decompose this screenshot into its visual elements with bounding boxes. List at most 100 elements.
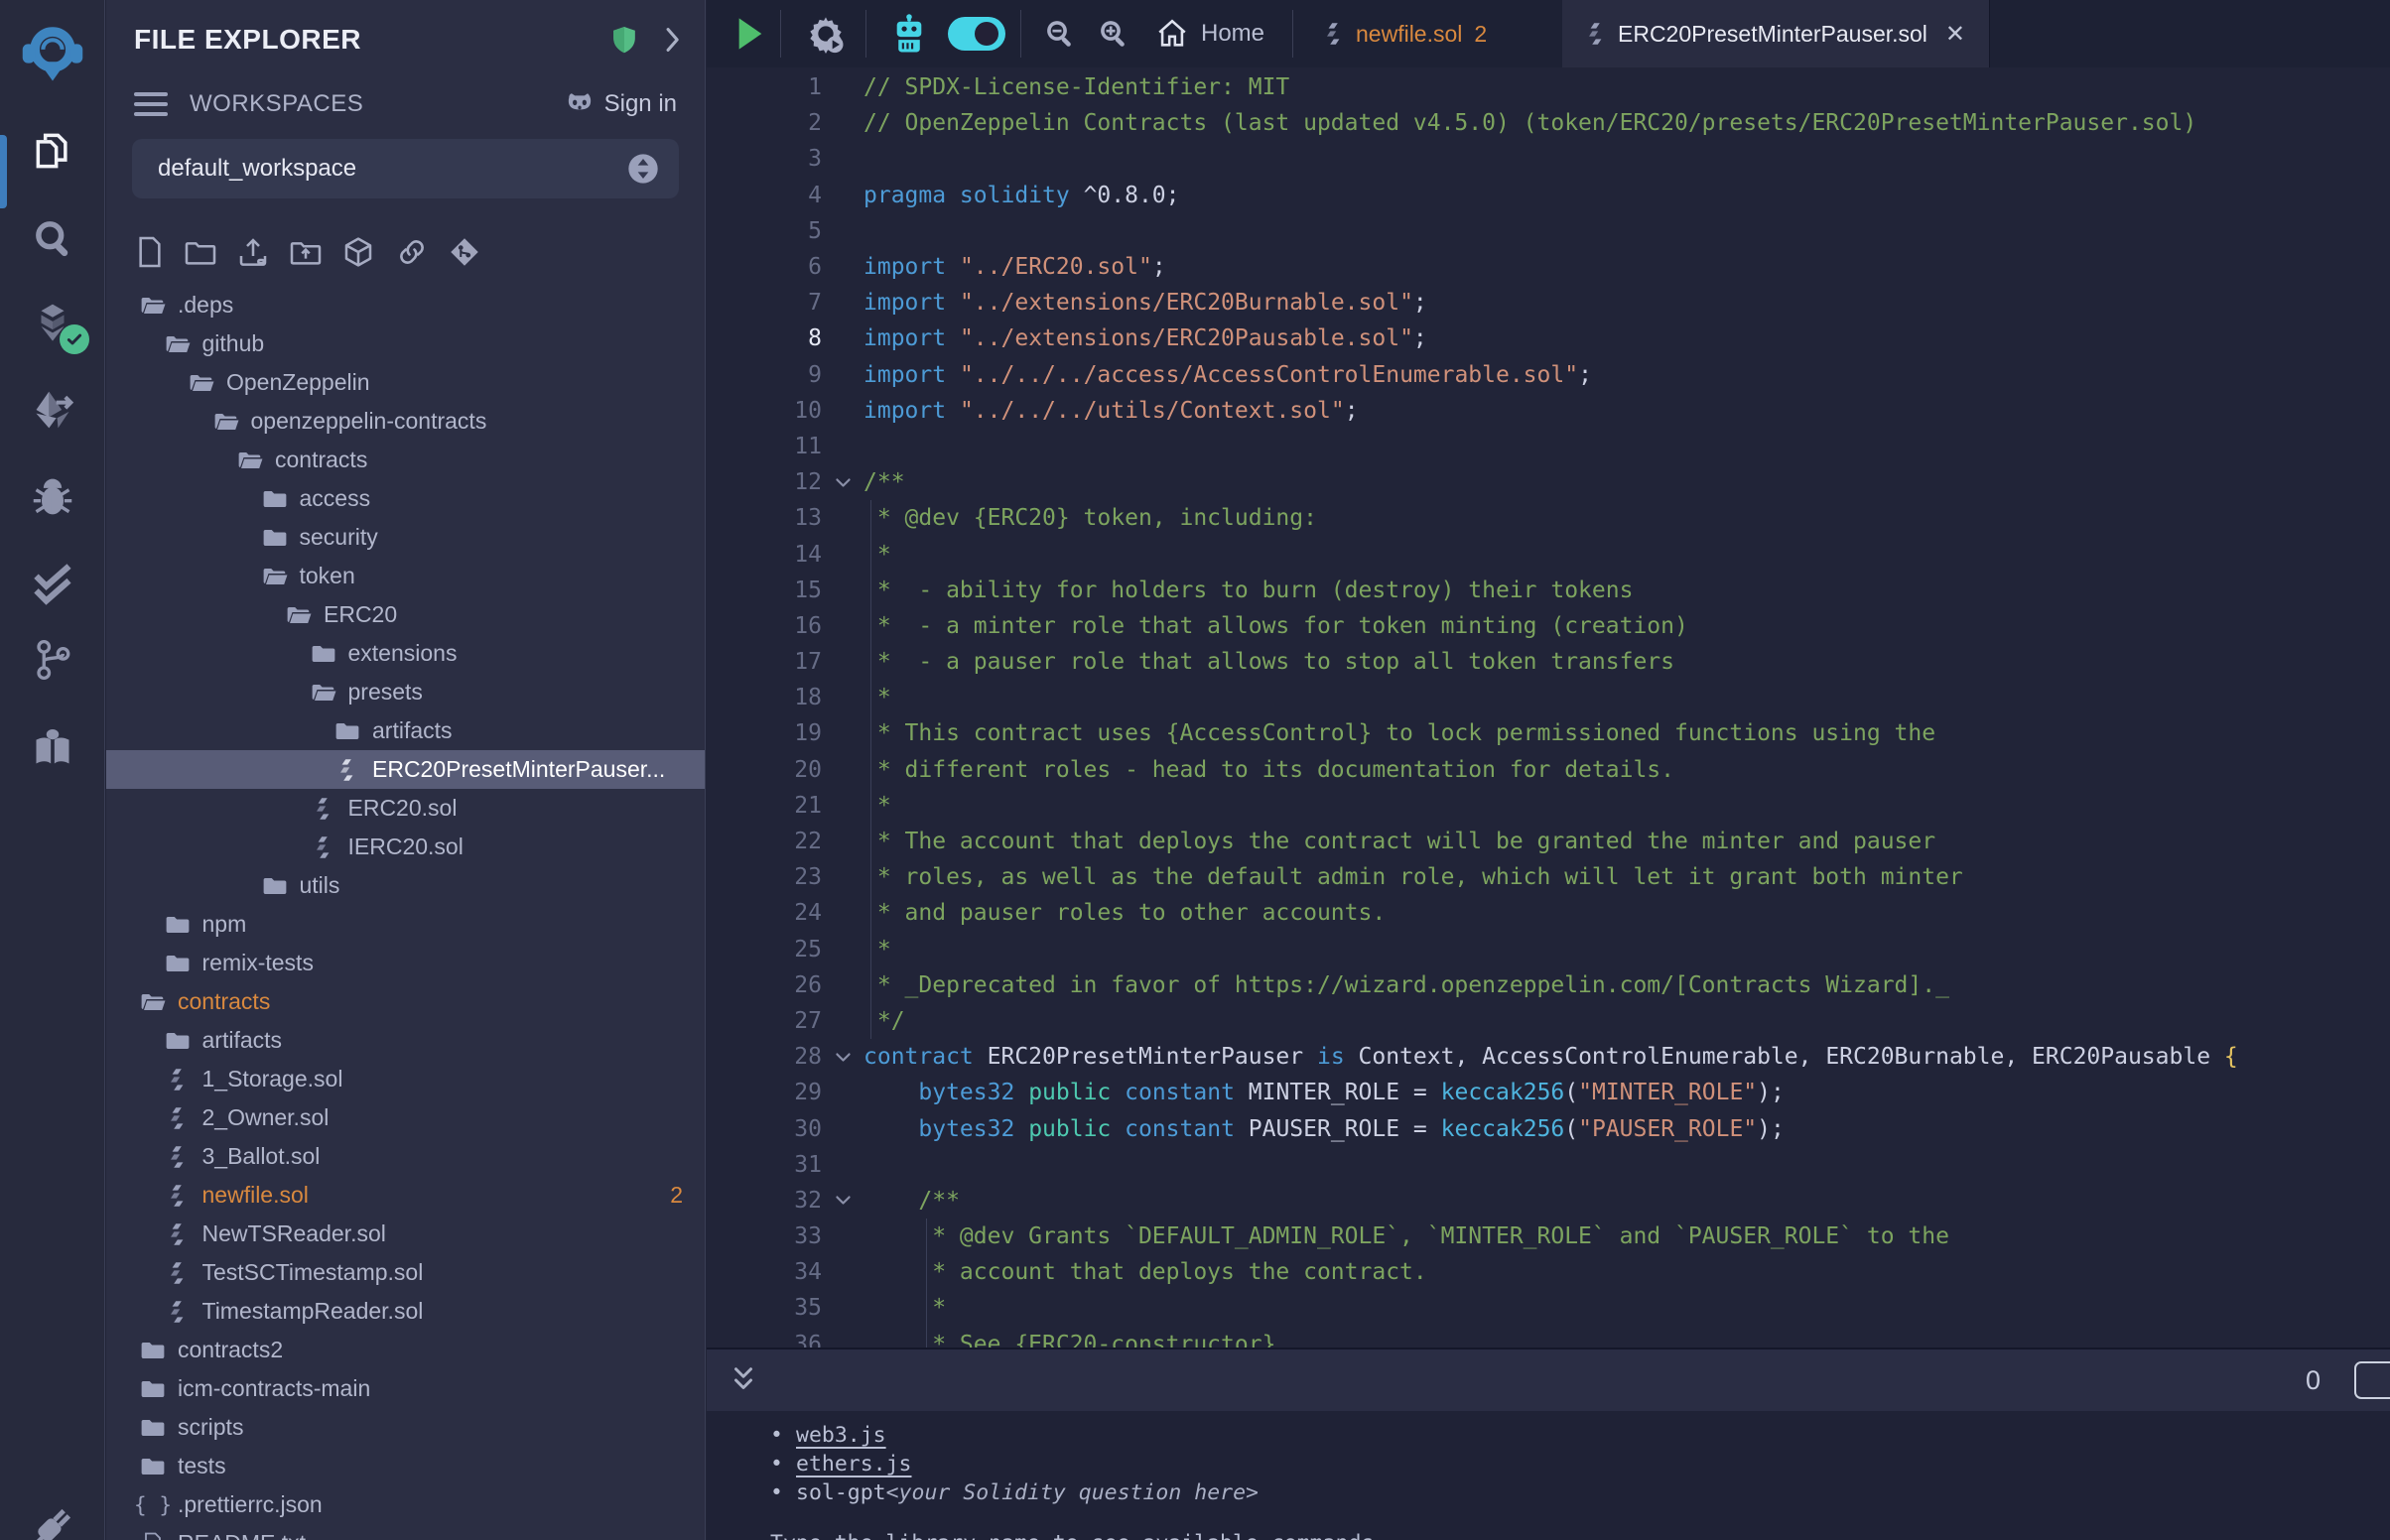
code-line-7[interactable]: 7import "../extensions/ERC20Burnable.sol… (707, 285, 2390, 321)
code-line-17[interactable]: 17 * - a pauser role that allows to stop… (707, 644, 2390, 680)
tree-file-readme-txt[interactable]: README.txt (106, 1524, 705, 1540)
tree-file-2-owner-sol[interactable]: 2_Owner.sol (106, 1098, 705, 1137)
code-line-31[interactable]: 31 (707, 1147, 2390, 1183)
unit-testing-icon[interactable] (0, 550, 105, 617)
upload-file-icon[interactable] (237, 236, 269, 268)
fold-chevron-icon[interactable] (822, 1049, 863, 1066)
run-script-button[interactable] (727, 0, 774, 67)
code-line-18[interactable]: 18 * (707, 680, 2390, 715)
upload-folder-icon[interactable] (290, 237, 322, 267)
code-line-4[interactable]: 4pragma solidity ^0.8.0; (707, 178, 2390, 213)
fold-chevron-icon[interactable] (822, 474, 863, 491)
code-line-29[interactable]: 29 bytes32 public constant MINTER_ROLE =… (707, 1075, 2390, 1110)
terminal-library-link[interactable]: web3.js (796, 1423, 886, 1448)
code-line-24[interactable]: 24 * and pauser roles to other accounts. (707, 895, 2390, 931)
code-line-23[interactable]: 23 * roles, as well as the default admin… (707, 859, 2390, 895)
code-line-2[interactable]: 2// OpenZeppelin Contracts (last updated… (707, 105, 2390, 141)
tree-file-ierc20-sol[interactable]: IERC20.sol (106, 828, 705, 866)
tab-erc20presetminterpauser.sol[interactable]: ERC20PresetMinterPauser.sol✕ (1562, 0, 1990, 67)
create-folder-icon[interactable] (185, 237, 216, 267)
code-line-15[interactable]: 15 * - ability for holders to burn (dest… (707, 573, 2390, 608)
script-config-gear-icon[interactable] (798, 0, 854, 67)
code-line-32[interactable]: 32 /** (707, 1183, 2390, 1219)
tree-folder-erc20[interactable]: ERC20 (106, 595, 705, 634)
tree-folder-artifacts[interactable]: artifacts (106, 1021, 705, 1060)
code-line-9[interactable]: 9import "../../../access/AccessControlEn… (707, 357, 2390, 393)
zoom-out-icon[interactable] (1034, 0, 1086, 67)
code-line-6[interactable]: 6import "../ERC20.sol"; (707, 249, 2390, 285)
debugger-icon[interactable] (0, 463, 105, 531)
plugin-manager-icon[interactable] (0, 1493, 105, 1540)
clone-git-repo-icon[interactable] (450, 237, 479, 267)
code-line-34[interactable]: 34 * account that deploys the contract. (707, 1254, 2390, 1290)
code-line-19[interactable]: 19 * This contract uses {AccessControl} … (707, 715, 2390, 751)
code-line-35[interactable]: 35 * (707, 1290, 2390, 1326)
workspaces-menu-icon[interactable] (134, 92, 168, 116)
tree-folder-icm-contracts-main[interactable]: icm-contracts-main (106, 1369, 705, 1408)
zoom-in-icon[interactable] (1088, 0, 1139, 67)
ai-copilot-toggle[interactable] (937, 0, 1016, 67)
tree-folder-openzeppelin-contracts[interactable]: openzeppelin-contracts (106, 402, 705, 441)
import-ipfs-icon[interactable] (342, 236, 374, 268)
tree-folder-contracts[interactable]: contracts (106, 982, 705, 1021)
code-line-14[interactable]: 14 * (707, 536, 2390, 572)
code-line-26[interactable]: 26 * _Deprecated in favor of https://wiz… (707, 967, 2390, 1003)
tree-folder--deps[interactable]: .deps (106, 286, 705, 324)
search-icon[interactable] (0, 204, 105, 272)
code-line-10[interactable]: 10import "../../../utils/Context.sol"; (707, 393, 2390, 429)
tree-folder-utils[interactable]: utils (106, 866, 705, 905)
fold-chevron-icon[interactable] (822, 1192, 863, 1209)
code-line-21[interactable]: 21 * (707, 788, 2390, 824)
terminal-library-link[interactable]: ethers.js (796, 1452, 912, 1476)
sign-in-button[interactable]: Sign in (565, 90, 677, 118)
code-line-12[interactable]: 12/** (707, 464, 2390, 500)
tree-file--prettierrc-json[interactable]: { }.prettierrc.json (106, 1485, 705, 1524)
tree-file-newtsreader-sol[interactable]: NewTSReader.sol (106, 1215, 705, 1253)
learneth-icon[interactable] (0, 713, 105, 781)
tree-file-erc20-sol[interactable]: ERC20.sol (106, 789, 705, 828)
code-line-3[interactable]: 3 (707, 141, 2390, 177)
terminal-expand-icon[interactable] (730, 1365, 756, 1395)
code-line-27[interactable]: 27 */ (707, 1003, 2390, 1039)
tree-folder-token[interactable]: token (106, 557, 705, 595)
tree-file-timestampreader-sol[interactable]: TimestampReader.sol (106, 1292, 705, 1331)
code-line-13[interactable]: 13 * @dev {ERC20} token, including: (707, 500, 2390, 536)
tree-folder-artifacts[interactable]: artifacts (106, 711, 705, 750)
code-line-33[interactable]: 33 * @dev Grants `DEFAULT_ADMIN_ROLE`, `… (707, 1219, 2390, 1254)
code-line-5[interactable]: 5 (707, 213, 2390, 249)
solidity-compiler-icon[interactable] (0, 292, 105, 359)
git-icon[interactable] (0, 626, 105, 694)
code-line-11[interactable]: 11 (707, 429, 2390, 464)
tree-folder-scripts[interactable]: scripts (106, 1408, 705, 1447)
tree-folder-contracts[interactable]: contracts (106, 441, 705, 479)
import-url-icon[interactable] (395, 237, 429, 267)
collapse-panel-chevron-icon[interactable] (663, 27, 681, 53)
tree-folder-npm[interactable]: npm (106, 905, 705, 944)
ai-copilot-robot-icon[interactable] (881, 0, 937, 67)
tree-folder-openzeppelin[interactable]: OpenZeppelin (106, 363, 705, 402)
tree-file-testsctimestamp-sol[interactable]: TestSCTimestamp.sol (106, 1253, 705, 1292)
tree-file-erc20presetminterpauser-[interactable]: ERC20PresetMinterPauser... (106, 750, 705, 789)
code-line-8[interactable]: 8import "../extensions/ERC20Pausable.sol… (707, 321, 2390, 356)
tree-folder-access[interactable]: access (106, 479, 705, 518)
code-line-16[interactable]: 16 * - a minter role that allows for tok… (707, 608, 2390, 644)
code-line-22[interactable]: 22 * The account that deploys the contra… (707, 824, 2390, 859)
remix-logo-icon[interactable] (0, 20, 105, 87)
tree-folder-github[interactable]: github (106, 324, 705, 363)
tree-file-3-ballot-sol[interactable]: 3_Ballot.sol (106, 1137, 705, 1176)
tree-folder-extensions[interactable]: extensions (106, 634, 705, 673)
tab-newfile.sol[interactable]: newfile.sol2 (1300, 0, 1511, 67)
tree-folder-security[interactable]: security (106, 518, 705, 557)
tree-file-1-storage-sol[interactable]: 1_Storage.sol (106, 1060, 705, 1098)
tree-folder-remix-tests[interactable]: remix-tests (106, 944, 705, 982)
tab-home[interactable]: Home (1147, 0, 1306, 67)
file-explorer-icon[interactable] (0, 117, 105, 185)
create-file-icon[interactable] (136, 236, 164, 268)
code-line-30[interactable]: 30 bytes32 public constant PAUSER_ROLE =… (707, 1110, 2390, 1146)
close-tab-icon[interactable]: ✕ (1945, 20, 1965, 49)
workspace-select[interactable]: default_workspace (132, 139, 679, 198)
terminal-output[interactable]: •web3.js•ethers.js•sol-gpt <your Solidit… (707, 1411, 2390, 1540)
tree-folder-presets[interactable]: presets (106, 673, 705, 711)
code-line-36[interactable]: 36 * See {ERC20-constructor}. (707, 1327, 2390, 1348)
tree-folder-tests[interactable]: tests (106, 1447, 705, 1485)
